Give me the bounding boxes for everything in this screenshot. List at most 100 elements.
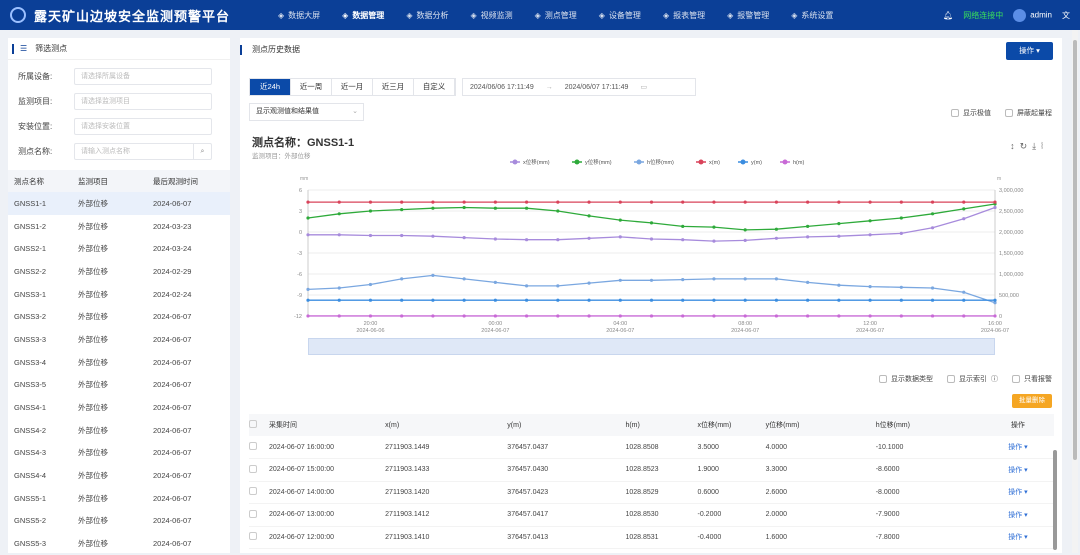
action-link[interactable]: 操作 bbox=[1008, 489, 1022, 496]
table-cell: 2711903.1449 bbox=[385, 436, 508, 459]
cell: GNSS3-3 bbox=[14, 334, 47, 344]
page-scrollbar[interactable] bbox=[1072, 30, 1078, 553]
point-list-item[interactable]: GNSS3-2 外部位移 2024-06-07 bbox=[8, 305, 230, 328]
nav-label: 报警管理 bbox=[737, 10, 770, 20]
point-list-item[interactable]: GNSS4-3 外部位移 2024-06-07 bbox=[8, 442, 230, 465]
batch-delete-button[interactable]: 批量删除 bbox=[1012, 394, 1052, 408]
bell-icon[interactable]: 🔔︎ bbox=[943, 11, 953, 20]
nav-point[interactable]: ◈ 测点管理 bbox=[535, 10, 577, 21]
point-list-item[interactable]: GNSS1-1 外部位移 2024-06-07 bbox=[8, 192, 230, 215]
legend-label: y位移(mm) bbox=[585, 158, 612, 166]
cell: GNSS3-4 bbox=[14, 357, 47, 367]
show-index-checkbox[interactable]: 显示索引 ⓘ bbox=[947, 374, 998, 384]
tab-range[interactable]: 近三月 bbox=[373, 79, 414, 95]
nav-data[interactable]: ◈ 数据管理 bbox=[342, 10, 384, 21]
point-list-item[interactable]: GNSS4-1 外部位移 2024-06-07 bbox=[8, 396, 230, 419]
point-list-item[interactable]: GNSS4-4 外部位移 2024-06-07 bbox=[8, 464, 230, 487]
table-scrollbar[interactable] bbox=[1053, 450, 1057, 550]
row-checkbox[interactable] bbox=[249, 503, 270, 527]
nav-report[interactable]: ◈ 报表管理 bbox=[663, 10, 705, 21]
data-point bbox=[930, 314, 935, 318]
point-list-item[interactable]: GNSS4-2 外部位移 2024-06-07 bbox=[8, 419, 230, 442]
translate-icon[interactable]: 文 bbox=[1062, 10, 1070, 21]
data-point bbox=[431, 206, 435, 210]
date-start[interactable]: 2024/06/06 17:11:49 bbox=[470, 84, 534, 91]
row-action[interactable]: 操作 ▾ bbox=[981, 526, 1054, 549]
cell: GNSS3-5 bbox=[14, 380, 47, 390]
column-header: x(m) bbox=[385, 414, 508, 436]
nav-gear[interactable]: ◈ 系统设置 bbox=[791, 10, 833, 21]
date-range-picker[interactable]: 2024/06/06 17:11:49 → 2024/06/07 17:11:4… bbox=[462, 78, 696, 96]
select-all-checkbox[interactable] bbox=[249, 414, 270, 436]
action-link[interactable]: 操作 bbox=[1008, 534, 1022, 541]
row-action[interactable]: 操作 ▾ bbox=[981, 503, 1054, 527]
data-point bbox=[837, 283, 841, 287]
data-point bbox=[368, 298, 373, 302]
chart-toolbox[interactable]: ↕↻⤓⦚ bbox=[1010, 141, 1048, 152]
nav-analysis[interactable]: ◈ 数据分析 bbox=[406, 10, 448, 21]
operation-button[interactable]: 操作 ▾ bbox=[1006, 42, 1053, 60]
point-list-item[interactable]: GNSS3-4 外部位移 2024-06-07 bbox=[8, 351, 230, 374]
data-point bbox=[993, 314, 997, 318]
sidebar-title: 筛选测点 bbox=[35, 44, 68, 53]
table-cell: 2024-06-07 12:00:00 bbox=[269, 526, 386, 549]
data-point bbox=[868, 219, 872, 223]
hide-range-checkbox[interactable]: 屏蔽起量程 bbox=[1005, 108, 1052, 118]
placeholder: 请选择监测项目 bbox=[81, 98, 130, 105]
filter-input[interactable]: 请选择监测项目 bbox=[74, 93, 212, 110]
filter-input[interactable]: 请选择所属设备 bbox=[74, 68, 212, 85]
display-mode-select[interactable]: 显示观测值和结果值 ⌄ bbox=[249, 103, 364, 121]
chevron-down-icon: ▾ bbox=[1022, 489, 1028, 497]
action-link[interactable]: 操作 bbox=[1008, 467, 1022, 474]
filter-input[interactable]: 请输入测点名称 ⌕ bbox=[74, 143, 212, 160]
data-point bbox=[899, 314, 903, 318]
cell: GNSS2-2 bbox=[14, 266, 47, 276]
date-end[interactable]: 2024/06/07 17:11:49 bbox=[565, 84, 629, 91]
point-list-item[interactable]: GNSS3-1 外部位移 2024-02-24 bbox=[8, 283, 230, 306]
row-checkbox[interactable] bbox=[249, 526, 270, 549]
tab-range[interactable]: 近一月 bbox=[332, 79, 373, 95]
alarm-only-checkbox[interactable]: 只看报警 bbox=[1012, 374, 1052, 384]
show-type-checkbox[interactable]: 显示数据类型 bbox=[879, 374, 933, 384]
show-extreme-checkbox[interactable]: 显示极值 bbox=[951, 108, 991, 118]
app-logo: 露天矿山边坡安全监测预警平台 bbox=[10, 6, 260, 25]
tab-range[interactable]: 近24h bbox=[250, 79, 291, 95]
row-action[interactable]: 操作 ▾ bbox=[981, 481, 1054, 504]
cell: 外部位移 bbox=[78, 244, 108, 254]
action-link[interactable]: 操作 bbox=[1008, 512, 1022, 519]
nav-alarm[interactable]: ◈ 报警管理 bbox=[727, 10, 769, 21]
right-unit: m bbox=[997, 176, 1001, 182]
zoom-icon: ↕ bbox=[1010, 141, 1020, 151]
filter-input[interactable]: 请选择安装位置 bbox=[74, 118, 212, 135]
point-list-item[interactable]: GNSS5-3 外部位移 2024-06-07 bbox=[8, 532, 230, 555]
action-link[interactable]: 操作 bbox=[1008, 444, 1022, 451]
nav-monitor[interactable]: ◈ 数据大屏 bbox=[278, 10, 320, 21]
data-zoom-slider[interactable] bbox=[308, 338, 995, 355]
nav-video[interactable]: ◈ 视频监测 bbox=[470, 10, 512, 21]
row-action[interactable]: 操作 ▾ bbox=[981, 458, 1054, 482]
row-action[interactable]: 操作 ▾ bbox=[981, 436, 1054, 459]
calendar-icon[interactable]: ▭ bbox=[640, 83, 647, 91]
row-checkbox[interactable] bbox=[249, 481, 270, 504]
data-point bbox=[556, 209, 560, 213]
nav-device[interactable]: ◈ 设备管理 bbox=[599, 10, 641, 21]
search-icon[interactable]: ⌕ bbox=[193, 144, 211, 159]
user-menu[interactable]: admin bbox=[1013, 8, 1052, 22]
data-point bbox=[993, 200, 997, 204]
point-list-item[interactable]: GNSS2-2 外部位移 2024-02-29 bbox=[8, 260, 230, 283]
row-checkbox[interactable] bbox=[249, 458, 270, 482]
data-point bbox=[993, 205, 997, 210]
point-list-item[interactable]: GNSS3-5 外部位移 2024-06-07 bbox=[8, 374, 230, 397]
tab-range[interactable]: 近一周 bbox=[291, 79, 332, 95]
history-chart[interactable]: mm m6 3,000,0003 2,500,0000 2,000,000-3 1,500… bbox=[240, 153, 1062, 338]
point-list-item[interactable]: GNSS5-2 外部位移 2024-06-07 bbox=[8, 510, 230, 533]
table-cell: 2024-06-07 13:00:00 bbox=[269, 503, 386, 527]
row-checkbox[interactable] bbox=[249, 436, 270, 459]
point-list-item[interactable]: GNSS1-2 外部位移 2024-03-23 bbox=[8, 215, 230, 238]
chevron-down-icon: ▾ bbox=[1022, 444, 1028, 451]
point-list-item[interactable]: GNSS3-3 外部位移 2024-06-07 bbox=[8, 328, 230, 351]
column-header: h位移(mm) bbox=[875, 414, 982, 436]
point-list-item[interactable]: GNSS2-1 外部位移 2024-03-24 bbox=[8, 237, 230, 260]
point-list-item[interactable]: GNSS5-1 外部位移 2024-06-07 bbox=[8, 487, 230, 510]
tab-range[interactable]: 自定义 bbox=[414, 79, 455, 95]
